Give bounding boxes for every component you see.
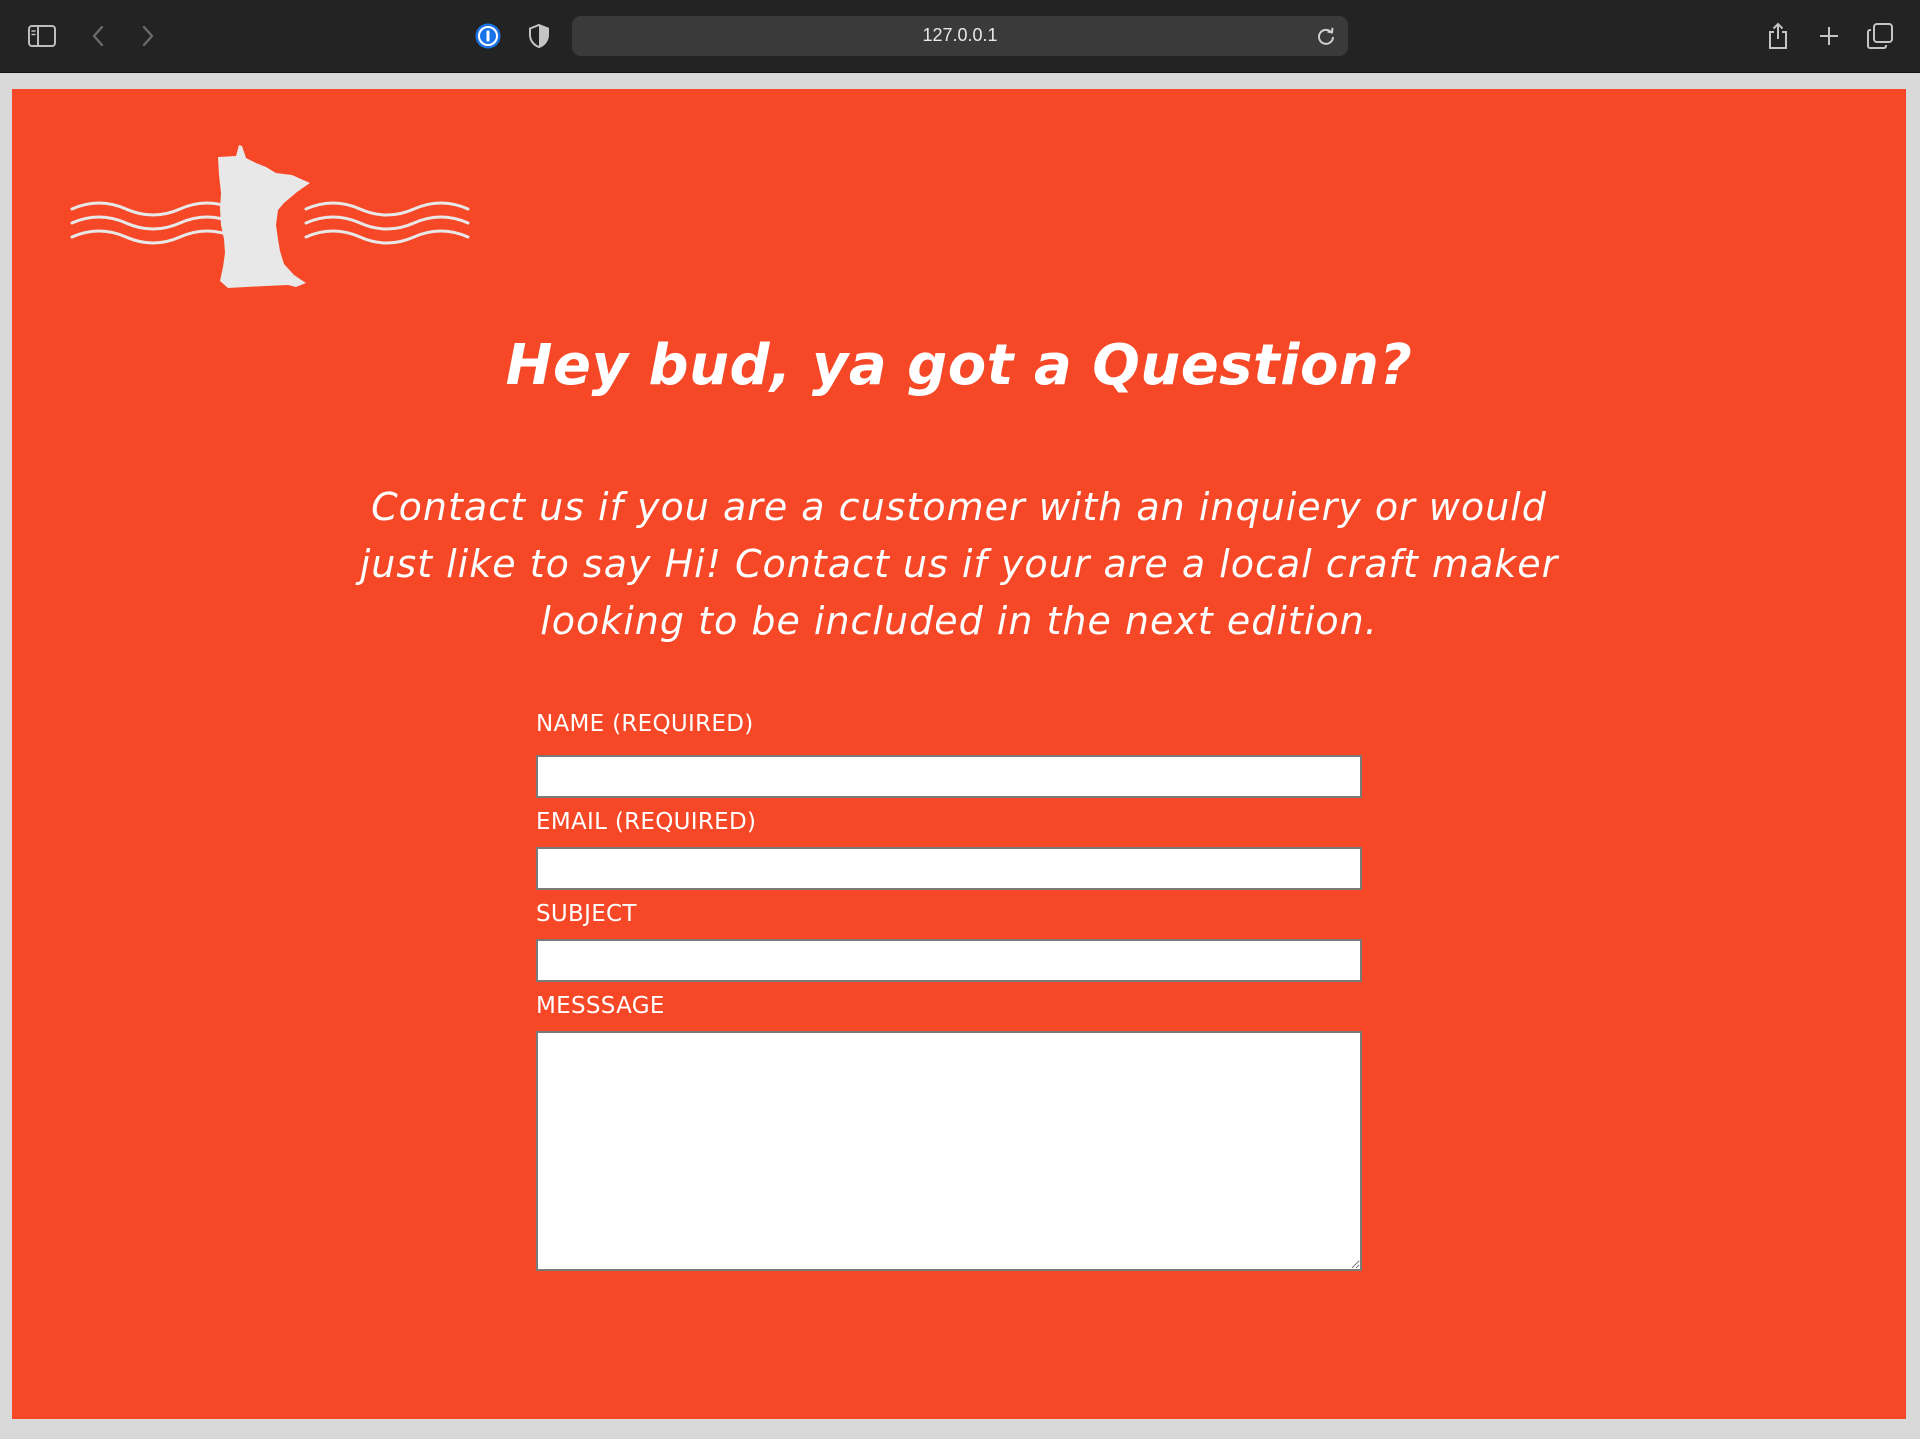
name-label: NAME (REQUIRED) xyxy=(536,711,754,737)
password-manager-icon[interactable] xyxy=(472,20,504,52)
url-text: 127.0.0.1 xyxy=(922,25,998,45)
share-icon[interactable] xyxy=(1762,20,1794,52)
forward-icon[interactable] xyxy=(132,20,164,52)
sidebar-icon[interactable] xyxy=(26,20,58,52)
message-field[interactable] xyxy=(536,1031,1362,1271)
address-bar[interactable]: 127.0.0.1 xyxy=(572,16,1348,56)
page-content: Hey bud, ya got a Question? Contact us i… xyxy=(12,89,1906,1419)
tabs-overview-icon[interactable] xyxy=(1864,20,1896,52)
back-icon[interactable] xyxy=(82,20,114,52)
page-title: Hey bud, ya got a Question? xyxy=(505,333,1413,398)
subject-field[interactable] xyxy=(536,939,1362,982)
reload-icon[interactable] xyxy=(1312,22,1340,50)
name-field[interactable] xyxy=(536,755,1362,798)
subject-label: SUBJECT xyxy=(536,901,637,927)
intro-text: Contact us if you are a customer with an… xyxy=(359,485,1559,643)
browser-toolbar: 127.0.0.1 xyxy=(0,0,1920,73)
minnesota-map-logo[interactable] xyxy=(70,143,470,303)
shield-icon[interactable] xyxy=(523,20,555,52)
message-label: MESSSAGE xyxy=(536,993,665,1019)
new-tab-icon[interactable] xyxy=(1813,20,1845,52)
email-label: EMAIL (REQUIRED) xyxy=(536,809,757,835)
email-field[interactable] xyxy=(536,847,1362,890)
